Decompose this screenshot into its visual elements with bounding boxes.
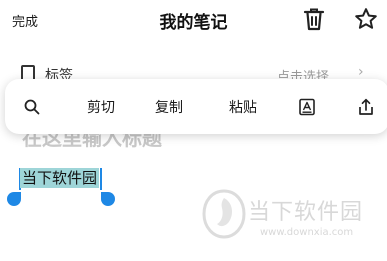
watermark: 当下软件园 www.downxia.com (200, 188, 387, 258)
text-format-icon (299, 98, 315, 115)
selection-stem-right (100, 168, 102, 190)
chevron-right-icon: › (358, 64, 364, 80)
selection-handle-right[interactable] (101, 192, 115, 206)
page-title: 我的笔记 (159, 13, 228, 33)
paste-button[interactable]: 粘贴 (215, 79, 271, 134)
text-format-button[interactable] (289, 79, 325, 134)
search-button[interactable] (17, 79, 47, 134)
cut-button[interactable]: 剪切 (73, 79, 129, 134)
favorite-button[interactable] (352, 5, 380, 33)
selected-text[interactable]: 当下软件园 (20, 168, 100, 188)
share-button[interactable] (351, 79, 381, 134)
star-icon (355, 8, 377, 29)
delete-button[interactable] (300, 5, 328, 33)
trash-icon (303, 8, 325, 31)
selection-handle-left[interactable] (7, 192, 21, 206)
search-icon (24, 99, 40, 114)
watermark-name: 当下软件园 (248, 200, 364, 225)
context-toolbar: 剪切 复制 粘贴 (5, 79, 387, 134)
watermark-url: www.downxia.com (260, 227, 354, 238)
watermark-logo-icon (202, 189, 246, 239)
copy-button[interactable]: 复制 (141, 79, 197, 134)
share-icon (359, 98, 373, 115)
top-bar: 完成 我的笔记 (0, 0, 387, 40)
